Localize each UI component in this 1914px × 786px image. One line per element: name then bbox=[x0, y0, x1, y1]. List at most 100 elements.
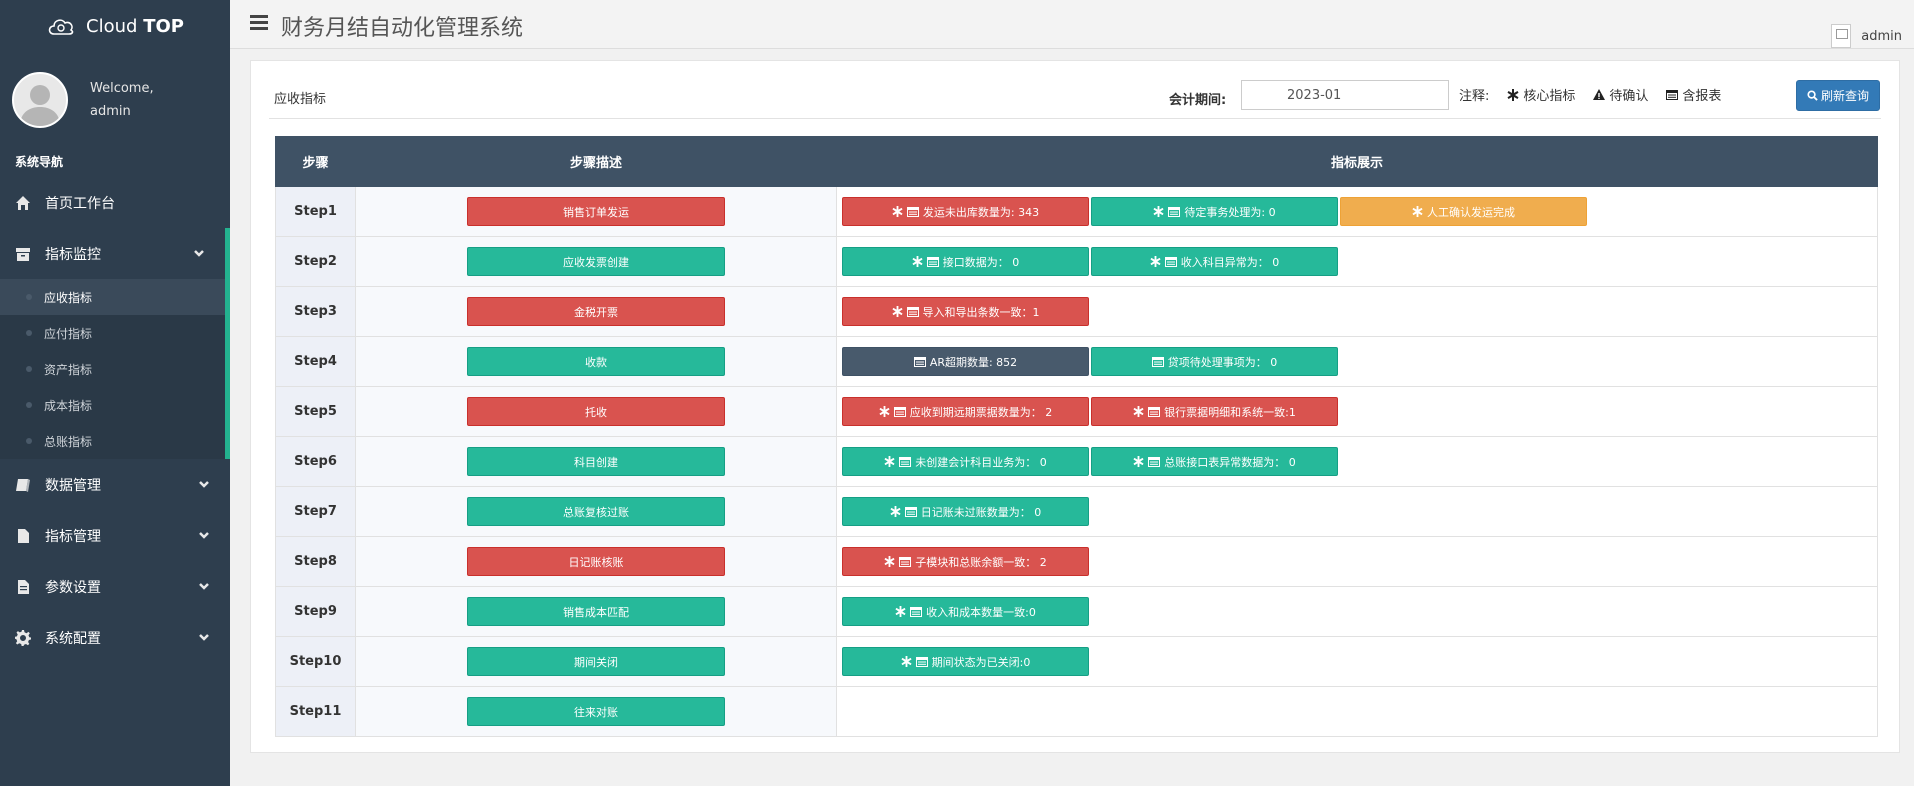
indicator-button[interactable]: 发运未出库数量为: 343 bbox=[842, 197, 1089, 226]
profile-username: admin bbox=[90, 103, 131, 119]
sidebar-subitem-cost[interactable]: 成本指标 bbox=[0, 387, 225, 423]
indicator-button[interactable]: 期间状态为已关闭:0 bbox=[842, 647, 1089, 676]
indicator-cell: 子模块和总账余额一致： 2 bbox=[836, 536, 1878, 587]
sidebar-item-params[interactable]: 参数设置 bbox=[0, 561, 230, 612]
sidebar-subitem-assets[interactable]: 资产指标 bbox=[0, 351, 225, 387]
step-description-button[interactable]: 托收 bbox=[467, 397, 725, 426]
indicator-button[interactable]: 收入和成本数量一致:0 bbox=[842, 597, 1089, 626]
legend-pending: 待确认 bbox=[1593, 85, 1648, 104]
description-cell: 总账复核过账 bbox=[355, 486, 837, 537]
indicator-label: 发运未出库数量为: 343 bbox=[922, 205, 1040, 219]
gear-icon bbox=[15, 629, 31, 646]
table-icon bbox=[1148, 406, 1161, 417]
legend-pending-label: 待确认 bbox=[1609, 89, 1649, 104]
avatar[interactable] bbox=[12, 71, 68, 128]
sidebar-item-label: 参数设置 bbox=[45, 579, 101, 596]
indicator-cell bbox=[836, 686, 1878, 737]
home-icon bbox=[15, 195, 31, 211]
asterisk-icon bbox=[879, 406, 890, 417]
sidebar-item-indicator-mgmt[interactable]: 指标管理 bbox=[0, 510, 230, 561]
asterisk-icon bbox=[891, 306, 903, 317]
period-input[interactable] bbox=[1241, 80, 1449, 110]
menu-toggle-icon[interactable] bbox=[250, 15, 268, 31]
user-menu[interactable]: admin bbox=[1831, 24, 1902, 48]
step-description-button[interactable]: 往来对账 bbox=[467, 697, 725, 726]
sidebar-item-monitor[interactable]: 指标监控 bbox=[0, 228, 225, 279]
indicator-button[interactable]: 待定事务处理为: 0 bbox=[1091, 197, 1338, 226]
asterisk-icon bbox=[1133, 456, 1144, 467]
indicator-cell: 未创建会计科目业务为： 0 总账接口表异常数据为： 0 bbox=[836, 436, 1878, 487]
indicator-button[interactable]: 子模块和总账余额一致： 2 bbox=[842, 547, 1089, 576]
indicator-label: 期间状态为已关闭:0 bbox=[931, 655, 1031, 669]
table-row: Step6 科目创建 未创建会计科目业务为： 0 总账接口表异常数据为： 0 bbox=[275, 436, 1878, 487]
indicator-cell: 接口数据为： 0 收入科目异常为： 0 bbox=[836, 236, 1878, 287]
indicator-button[interactable]: 人工确认发运完成 bbox=[1340, 197, 1587, 226]
step-cell: Step11 bbox=[275, 686, 356, 737]
sidebar-item-system[interactable]: 系统配置 bbox=[0, 612, 230, 663]
indicator-button[interactable]: 接口数据为： 0 bbox=[842, 247, 1089, 276]
panel-header: 应收指标 会计期间: 注释: 核心指标 待确认 含报表 刷新查询 bbox=[269, 69, 1881, 119]
sidebar-subitem-receivable[interactable]: 应收指标 bbox=[0, 279, 225, 315]
step-cell: Step1 bbox=[275, 186, 356, 237]
step-description-button[interactable]: 应收发票创建 bbox=[467, 247, 725, 276]
legend: 注释: 核心指标 待确认 含报表 bbox=[1459, 85, 1721, 104]
column-header-step: 步骤 bbox=[275, 136, 356, 187]
asterisk-icon bbox=[890, 506, 901, 517]
indicator-button[interactable]: 贷项待处理事项为： 0 bbox=[1091, 347, 1338, 376]
step-description-button[interactable]: 日记账核账 bbox=[467, 547, 725, 576]
indicator-button[interactable]: 收入科目异常为： 0 bbox=[1091, 247, 1338, 276]
sidebar-subitem-ledger[interactable]: 总账指标 bbox=[0, 423, 225, 459]
indicator-button[interactable]: AR超期数量: 852 bbox=[842, 347, 1089, 376]
table-row: Step2 应收发票创建 接口数据为： 0 收入科目异常为： 0 bbox=[275, 236, 1878, 287]
indicator-button[interactable]: 总账接口表异常数据为： 0 bbox=[1091, 447, 1338, 476]
chevron-down-icon bbox=[198, 631, 210, 643]
indicator-label: 子模块和总账余额一致： 2 bbox=[915, 555, 1047, 569]
table-row: Step8 日记账核账 子模块和总账余额一致： 2 bbox=[275, 536, 1878, 587]
sidebar: Cloud TOP Welcome, admin 系统导航 首页工作台 指标监控… bbox=[0, 0, 230, 786]
sidebar-item-label: 数据管理 bbox=[45, 477, 101, 494]
table-icon bbox=[913, 356, 926, 367]
indicator-button[interactable]: 银行票据明细和系统一致:1 bbox=[1091, 397, 1338, 426]
welcome-text: Welcome, bbox=[90, 80, 154, 96]
indicator-table: 步骤 步骤描述 指标展示 Step1 销售订单发运 发运未出库数量为: 343 待定事… bbox=[275, 136, 1878, 737]
sidebar-item-home[interactable]: 首页工作台 bbox=[0, 177, 230, 228]
step-description-button[interactable]: 总账复核过账 bbox=[467, 497, 725, 526]
sidebar-subitem-payable[interactable]: 应付指标 bbox=[0, 315, 225, 351]
step-description-button[interactable]: 期间关闭 bbox=[467, 647, 725, 676]
indicator-label: 总账接口表异常数据为： 0 bbox=[1164, 455, 1296, 469]
column-header-indicators: 指标展示 bbox=[836, 136, 1878, 187]
sidebar-item-label: 首页工作台 bbox=[45, 195, 115, 212]
refresh-query-button[interactable]: 刷新查询 bbox=[1796, 80, 1880, 111]
description-cell: 往来对账 bbox=[355, 686, 837, 737]
step-description-button[interactable]: 金税开票 bbox=[467, 297, 725, 326]
step-description-button[interactable]: 科目创建 bbox=[467, 447, 725, 476]
table-icon bbox=[1151, 356, 1164, 367]
description-cell: 期间关闭 bbox=[355, 636, 837, 687]
step-description-button[interactable]: 销售订单发运 bbox=[467, 197, 725, 226]
step-description-button[interactable]: 销售成本匹配 bbox=[467, 597, 725, 626]
step-cell: Step8 bbox=[275, 536, 356, 587]
legend-label: 注释: bbox=[1459, 89, 1490, 104]
indicator-label: 未创建会计科目业务为： 0 bbox=[915, 455, 1047, 469]
indicator-button[interactable]: 日记账未过账数量为： 0 bbox=[842, 497, 1089, 526]
step-description-button[interactable]: 收款 bbox=[467, 347, 725, 376]
archive-icon bbox=[15, 246, 31, 262]
table-icon bbox=[915, 656, 928, 667]
cloud-logo-icon bbox=[46, 15, 76, 37]
chevron-down-icon bbox=[193, 247, 205, 259]
asterisk-icon bbox=[1133, 406, 1144, 417]
asterisk-icon bbox=[1412, 206, 1423, 217]
logo[interactable]: Cloud TOP bbox=[0, 0, 230, 52]
description-cell: 日记账核账 bbox=[355, 536, 837, 587]
table-icon bbox=[910, 606, 923, 617]
table-row: Step5 托收 应收到期远期票据数量为： 2 银行票据明细和系统一致:1 bbox=[275, 386, 1878, 437]
indicator-button[interactable]: 应收到期远期票据数量为： 2 bbox=[842, 397, 1089, 426]
description-cell: 科目创建 bbox=[355, 436, 837, 487]
table-icon bbox=[1168, 206, 1181, 217]
table-icon bbox=[1666, 89, 1679, 100]
asterisk-icon bbox=[912, 256, 923, 267]
sidebar-item-data[interactable]: 数据管理 bbox=[0, 459, 230, 510]
indicator-cell: 导入和导出条数一致：1 bbox=[836, 286, 1878, 337]
indicator-button[interactable]: 未创建会计科目业务为： 0 bbox=[842, 447, 1089, 476]
indicator-button[interactable]: 导入和导出条数一致：1 bbox=[842, 297, 1089, 326]
